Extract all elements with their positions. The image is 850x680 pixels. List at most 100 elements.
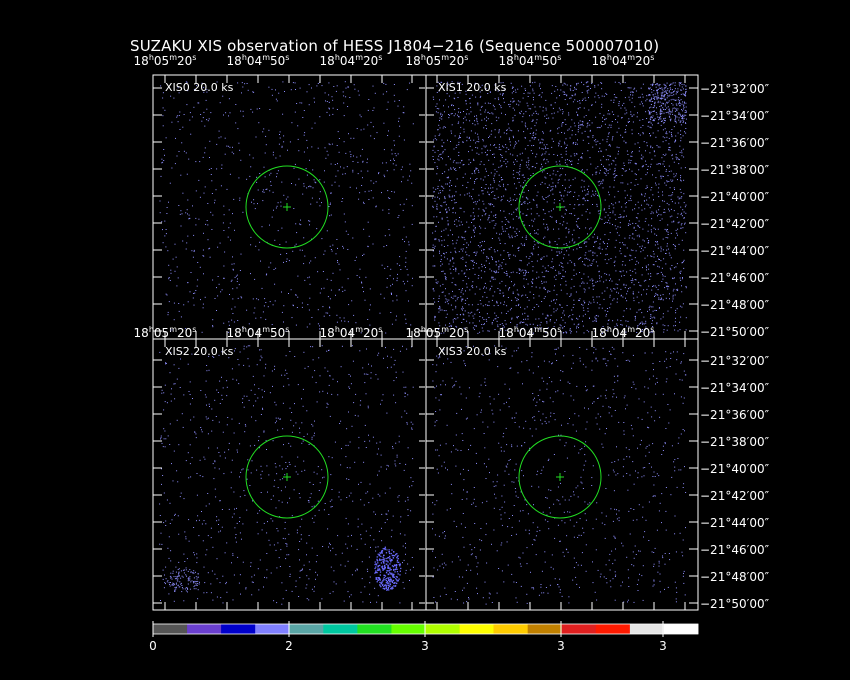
event-dot	[602, 139, 604, 141]
event-dot	[642, 267, 643, 269]
event-dot	[501, 226, 503, 228]
event-dot	[218, 519, 220, 521]
event-dot	[240, 471, 242, 473]
event-dot	[351, 534, 352, 536]
event-dot	[329, 144, 331, 146]
event-dot	[498, 146, 500, 148]
event-dot	[547, 229, 549, 231]
event-dot	[484, 102, 486, 104]
event-dot	[315, 382, 317, 384]
event-dot	[641, 204, 642, 206]
event-dot	[359, 192, 361, 194]
event-dot	[472, 219, 474, 221]
event-dot	[161, 392, 163, 394]
event-dot	[470, 162, 472, 164]
event-dot	[494, 251, 496, 253]
event-dot	[239, 496, 241, 498]
event-dot	[563, 326, 565, 327]
event-dot	[294, 245, 296, 247]
event-dot	[441, 114, 443, 116]
event-dot	[501, 280, 503, 282]
event-dot	[214, 488, 216, 490]
event-dot	[287, 502, 288, 504]
event-dot	[564, 213, 566, 215]
event-dot	[589, 279, 591, 281]
event-dot	[508, 139, 510, 141]
event-dot	[222, 387, 224, 389]
event-dot	[577, 318, 579, 320]
event-dot	[668, 109, 670, 111]
event-dot	[570, 185, 572, 187]
event-dot	[388, 229, 390, 230]
event-dot	[558, 107, 560, 109]
event-dot	[537, 113, 539, 115]
event-dot	[622, 182, 624, 184]
event-dot	[341, 201, 343, 202]
event-dot	[345, 230, 347, 232]
event-dot	[598, 184, 600, 186]
event-dot	[319, 205, 321, 207]
event-dot	[530, 252, 532, 254]
event-dot	[662, 191, 663, 193]
event-dot	[349, 467, 351, 469]
event-dot	[570, 332, 572, 334]
event-dot	[673, 267, 675, 269]
event-dot	[284, 528, 286, 530]
event-dot	[256, 181, 258, 183]
event-dot	[438, 295, 440, 297]
event-dot	[558, 271, 560, 273]
event-dot	[568, 112, 570, 114]
event-dot	[522, 244, 524, 246]
event-dot	[203, 456, 205, 458]
event-dot	[440, 261, 442, 262]
event-dot	[290, 89, 292, 91]
event-dot	[636, 296, 638, 298]
event-dot	[522, 269, 524, 271]
event-dot	[435, 281, 437, 283]
event-dot	[645, 265, 647, 267]
event-dot	[489, 289, 491, 291]
event-dot	[600, 150, 602, 152]
event-dot	[659, 106, 661, 107]
event-dot	[509, 153, 511, 155]
event-dot	[669, 298, 670, 300]
event-dot	[519, 101, 521, 103]
event-dot	[361, 523, 363, 525]
event-dot	[409, 569, 411, 571]
event-dot	[322, 306, 324, 308]
event-dot	[516, 155, 518, 157]
event-dot	[477, 303, 479, 305]
event-dot	[566, 164, 568, 166]
event-dot	[441, 230, 443, 232]
event-dot	[460, 291, 462, 293]
event-dot	[403, 139, 405, 141]
event-dot	[666, 230, 668, 232]
event-dot	[646, 266, 647, 268]
event-dot	[521, 121, 523, 123]
event-dot	[441, 263, 443, 265]
event-dot	[543, 223, 545, 225]
event-dot	[680, 134, 682, 135]
event-dot	[400, 169, 402, 171]
event-dot	[459, 135, 460, 137]
event-dot	[435, 188, 437, 190]
event-dot	[338, 496, 340, 498]
event-dot	[306, 584, 308, 586]
event-dot	[197, 102, 199, 104]
event-dot	[670, 83, 672, 85]
event-dot	[571, 163, 573, 165]
event-dot	[568, 247, 570, 249]
event-dot	[516, 142, 518, 144]
event-dot	[174, 513, 176, 515]
event-dot	[388, 197, 390, 199]
event-dot	[583, 282, 585, 284]
event-dot	[359, 276, 361, 278]
event-dot	[576, 317, 577, 319]
event-dot	[570, 97, 572, 99]
event-dot	[390, 312, 392, 313]
event-dot	[659, 87, 661, 89]
event-dot	[493, 227, 495, 229]
event-dot	[185, 248, 187, 250]
event-dot	[301, 422, 303, 424]
event-dot	[541, 280, 542, 282]
